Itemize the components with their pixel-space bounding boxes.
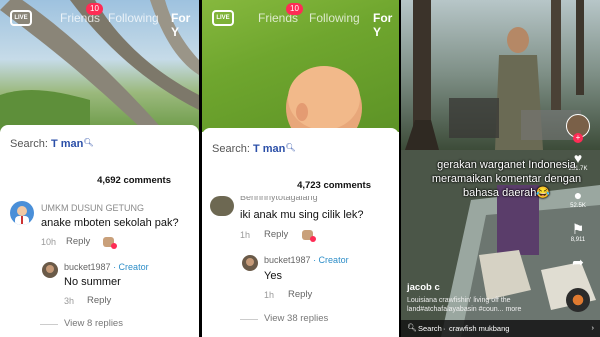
divider xyxy=(240,319,258,320)
comment-count: 52.5K xyxy=(570,203,586,209)
music-disc-icon xyxy=(566,288,590,312)
search-query: crawfish mukbang xyxy=(449,324,510,333)
video-caption-overlay: gerakan warganet Indonesia meramaikan ko… xyxy=(431,159,582,199)
video-panel-2: LIVE Friends 10 Following For Y Search: … xyxy=(202,0,399,337)
search-prefix: Search: xyxy=(212,143,250,155)
search-suggestion[interactable]: Search: T man🔍︎ xyxy=(212,143,296,155)
search-bar[interactable]: 🔍︎ Search · crawfish mukbang › xyxy=(401,320,600,337)
tab-for-you[interactable]: For Y xyxy=(171,11,199,39)
top-navigation: LIVE Friends 10 Following For Y xyxy=(0,3,199,39)
music-disc-button[interactable] xyxy=(564,288,592,312)
comment-count: 4,723 comments xyxy=(297,180,371,191)
comment-text: anake mboten sekolah pak? xyxy=(41,217,179,229)
tab-following[interactable]: Following xyxy=(108,11,159,25)
view-replies-button[interactable]: View 8 replies xyxy=(64,318,123,329)
sticker-icon xyxy=(302,230,316,242)
comment-time: 3h xyxy=(64,296,75,306)
reply-button[interactable]: Reply xyxy=(87,295,111,306)
search-term[interactable]: T man xyxy=(51,138,83,150)
search-icon: 🔍︎ xyxy=(285,143,296,152)
live-icon[interactable]: LIVE xyxy=(212,10,234,26)
comment-username[interactable]: bucket1987 · Creator xyxy=(264,255,349,265)
chevron-right-icon: › xyxy=(591,323,595,332)
avatar[interactable] xyxy=(210,196,234,216)
author-name[interactable]: jacob c xyxy=(407,282,440,293)
search-icon: 🔍︎ xyxy=(83,138,94,147)
search-prefix: Search: xyxy=(10,138,48,150)
comment-count: 4,692 comments xyxy=(97,175,171,186)
creator-label: · Creator xyxy=(313,255,349,265)
view-replies-button[interactable]: View 38 replies xyxy=(264,313,328,324)
avatar[interactable] xyxy=(42,262,58,278)
bookmark-icon: ⚑ xyxy=(571,221,585,237)
comment-text: Yes xyxy=(264,270,282,282)
profile-avatar[interactable]: + xyxy=(564,114,592,143)
search-suggestion[interactable]: Search: T man🔍︎ xyxy=(10,138,94,150)
video-panel-1: LIVE Friends 10 Following For Y Search: … xyxy=(0,0,199,337)
video-description[interactable]: Louisiana crawfishin' living off the lan… xyxy=(407,296,557,314)
reply-button[interactable]: Reply xyxy=(66,236,90,247)
creator-label: · Creator xyxy=(113,262,149,272)
friends-badge: 10 xyxy=(86,3,103,15)
sticker-icon xyxy=(103,237,117,249)
avatar[interactable] xyxy=(10,201,34,225)
comment-sheet: Search: T man🔍︎ 4,692 comments UMKM DUSU… xyxy=(0,125,199,337)
friends-badge: 10 xyxy=(286,3,303,15)
comment-time: 10h xyxy=(41,237,57,247)
save-count: 8,911 xyxy=(570,237,586,243)
reply-button[interactable]: Reply xyxy=(288,289,312,300)
tab-following[interactable]: Following xyxy=(309,11,360,25)
search-icon: 🔍︎ xyxy=(407,323,417,332)
comment-username[interactable]: UMKM DUSUN GETUNG xyxy=(41,203,144,213)
search-term[interactable]: T man xyxy=(253,143,285,155)
video-panel-3: + ♥ 231.7K ● 52.5K ⚑ 8,911 ➦ gerakan war… xyxy=(401,0,600,337)
live-icon[interactable]: LIVE xyxy=(10,10,32,26)
comment-time: 1h xyxy=(264,290,275,300)
share-icon: ➦ xyxy=(572,254,584,270)
comment-text: iki anak mu sing cilik lek? xyxy=(240,209,364,221)
tab-for-you[interactable]: For Y xyxy=(373,11,399,39)
save-button[interactable]: ⚑ 8,911 xyxy=(564,221,592,243)
top-navigation: LIVE Friends 10 Following For Y xyxy=(202,3,399,39)
comment-sheet: Search: T man🔍︎ 4,723 comments Behhhhyto… xyxy=(202,128,399,337)
comment-text: No summer xyxy=(64,276,121,288)
comment-username[interactable]: Behhhhytotagalang xyxy=(240,196,318,202)
comment-username[interactable]: bucket1987 · Creator xyxy=(64,262,149,272)
search-label: Search xyxy=(418,324,442,333)
comment-time: 1h xyxy=(240,230,251,240)
divider xyxy=(40,324,58,325)
avatar[interactable] xyxy=(242,255,258,271)
reply-button[interactable]: Reply xyxy=(264,229,288,240)
share-button[interactable]: ➦ xyxy=(564,254,592,270)
